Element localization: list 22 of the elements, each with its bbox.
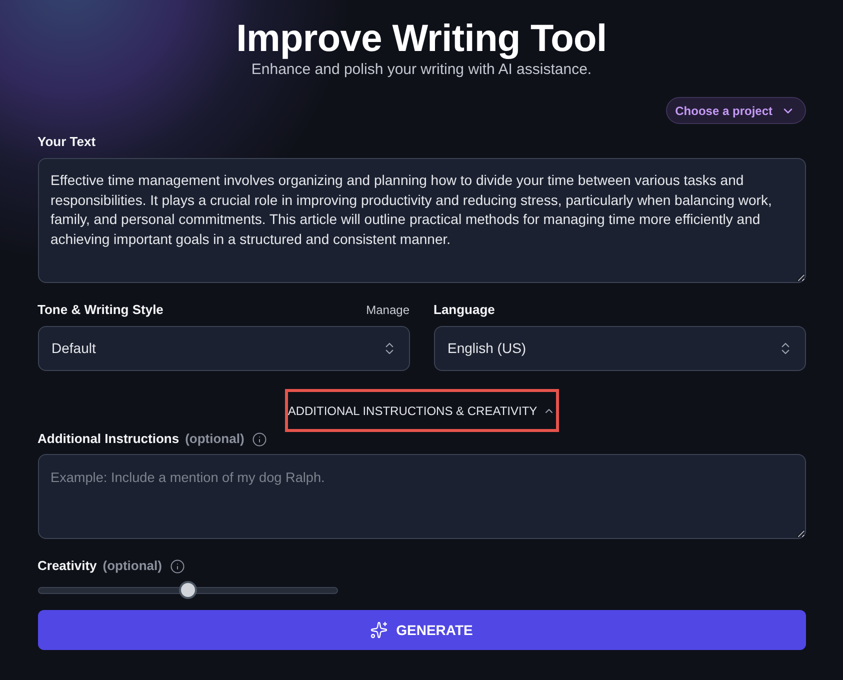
additional-instructions-toggle[interactable]: ADDITIONAL INSTRUCTIONS & CREATIVITY [284, 389, 558, 432]
field-label: Your Text [38, 134, 96, 150]
instructions-input[interactable]: Example: Include a mention of my dog Ralph. [38, 454, 806, 539]
sparkles-icon [370, 621, 388, 639]
optional-hint: (optional) [185, 431, 244, 447]
slider-track[interactable] [38, 581, 338, 599]
slider-thumb[interactable] [178, 581, 196, 599]
info-icon[interactable] [252, 432, 268, 446]
language-select[interactable]: English (US) [434, 326, 806, 371]
field-label: Language [434, 302, 495, 318]
field-label: Additional Instructions [38, 431, 180, 447]
field-label: Tone & Writing Style [38, 302, 164, 318]
manage-link[interactable]: Manage [366, 302, 410, 318]
tone-select[interactable]: Default [38, 326, 410, 371]
project-dropdown[interactable]: Choose a project [666, 97, 806, 124]
field-label: Creativity [38, 558, 97, 574]
page-subtitle: Enhance and polish your writing with AI assistance. [251, 60, 592, 80]
info-icon[interactable] [170, 558, 185, 574]
generate-button[interactable]: GENERATE [38, 610, 806, 650]
page-title: Improve Writing Tool [236, 18, 607, 60]
text-input[interactable]: Effective time management involves organizing and planning how to divide your time between various tasks and responsibilities. It plays a crucial role in improving productivity and reducing stress, particularly when balancing work, family, and personal commitments. This article will outline practical methods for managing time more efficiently and achieving important goals in a structured and consistent manner. [38, 158, 806, 283]
optional-hint: (optional) [102, 558, 162, 574]
